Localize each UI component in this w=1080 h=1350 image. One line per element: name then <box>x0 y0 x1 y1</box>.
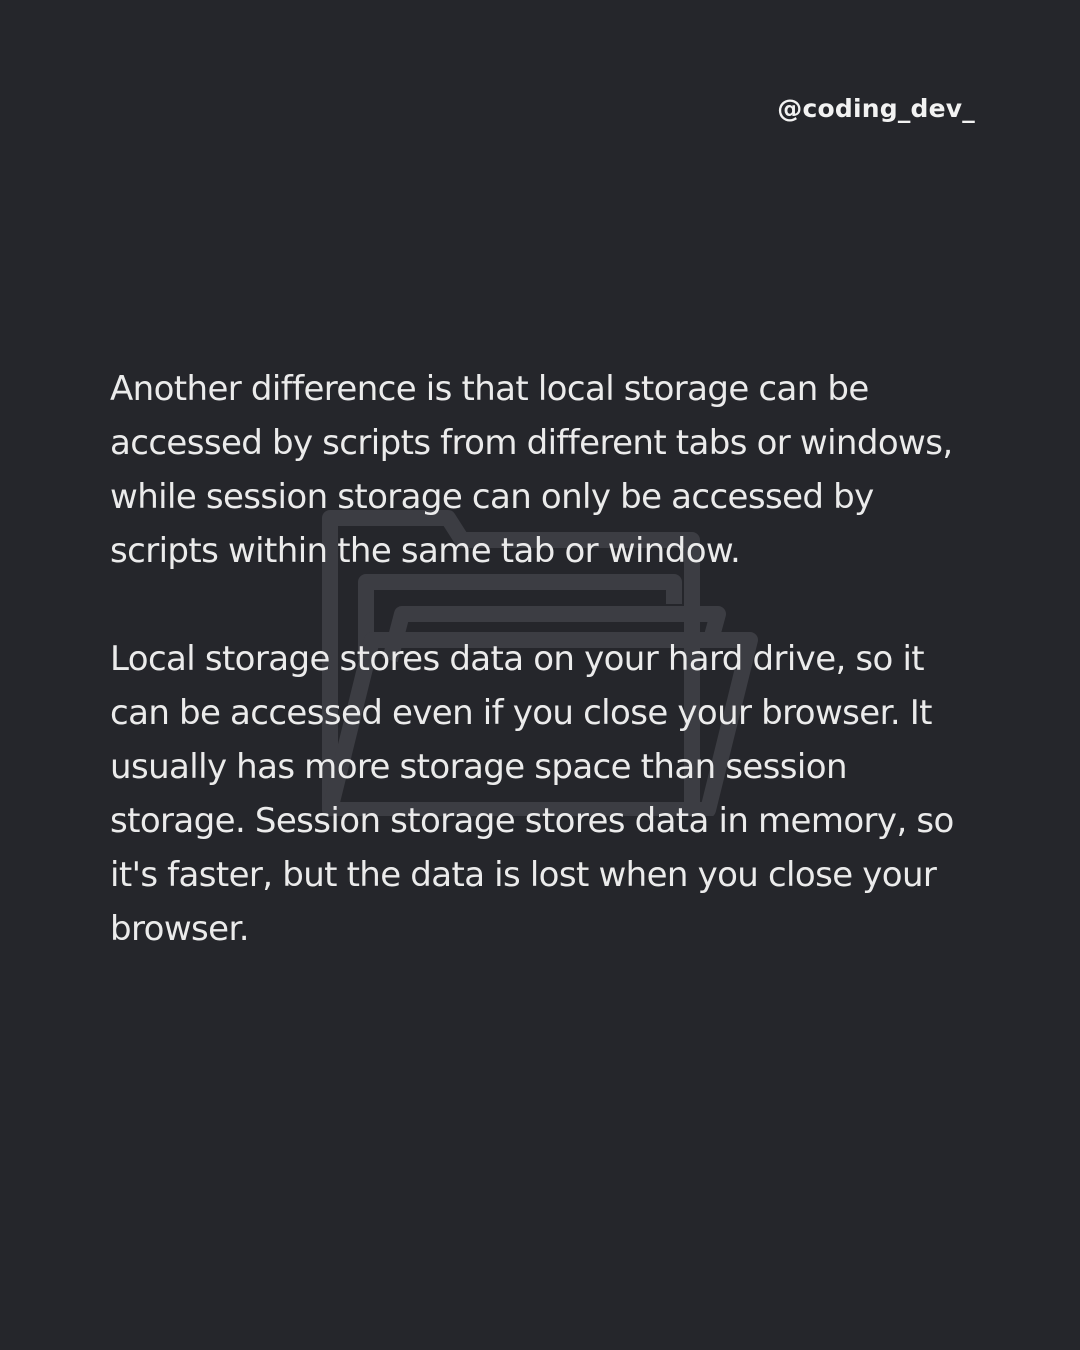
account-handle: @coding_dev_ <box>777 94 975 123</box>
post-body: Another difference is that local storage… <box>110 362 990 956</box>
paragraph-local-vs-session-access: Another difference is that local storage… <box>110 369 953 571</box>
paragraph-storage-location: Local storage stores data on your hard d… <box>110 639 954 949</box>
